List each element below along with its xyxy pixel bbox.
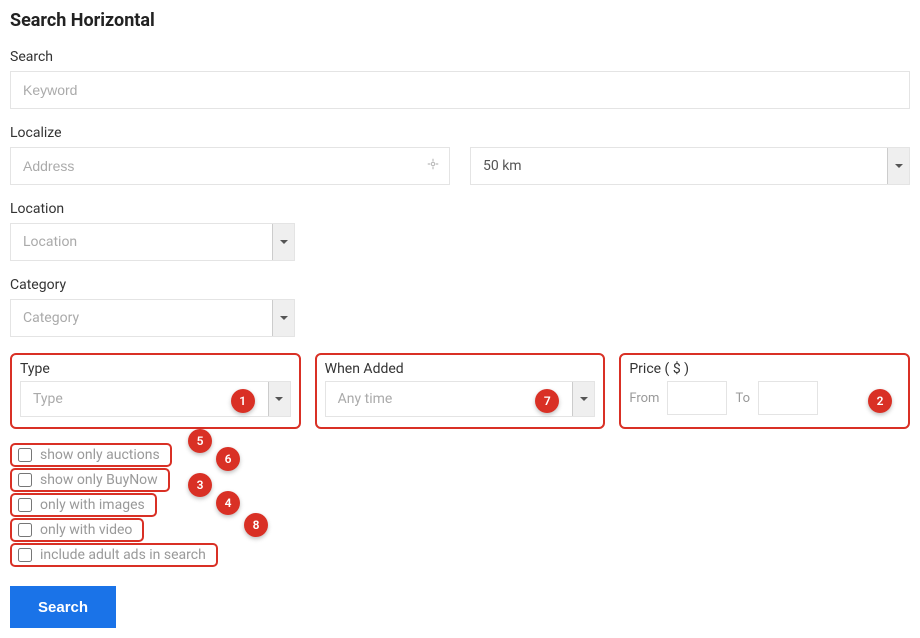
checkbox-images-label: only with images [40, 497, 145, 513]
location-select[interactable]: Location [10, 223, 295, 261]
checkbox-row-video: only with video [10, 518, 144, 542]
checkbox-buynow[interactable] [18, 473, 32, 487]
checkbox-row-images: only with images [10, 493, 157, 517]
localize-label: Localize [10, 125, 910, 141]
category-select[interactable]: Category [10, 299, 295, 337]
annotation-badge-adult: 8 [244, 513, 268, 537]
checkbox-auctions-label: show only auctions [40, 447, 160, 463]
checkbox-adult[interactable] [18, 548, 32, 562]
chevron-down-icon [272, 224, 294, 260]
checkbox-adult-label: include adult ads in search [40, 547, 206, 563]
distance-select[interactable]: 50 km [470, 147, 910, 185]
when-added-label: When Added [325, 361, 596, 377]
price-to-input[interactable] [758, 381, 818, 415]
checkbox-images[interactable] [18, 498, 32, 512]
checkbox-row-buynow: show only BuyNow [10, 468, 170, 492]
search-label: Search [10, 49, 910, 65]
checkbox-row-auctions: show only auctions [10, 443, 172, 467]
chevron-down-icon [268, 382, 290, 416]
annotation-badge-images: 3 [188, 473, 212, 497]
search-button[interactable]: Search [10, 586, 116, 628]
price-to-label: To [735, 391, 750, 406]
annotation-badge-type: 1 [231, 389, 255, 413]
distance-value: 50 km [483, 158, 522, 174]
price-label: Price ( $ ) [629, 361, 900, 377]
type-placeholder: Type [33, 391, 63, 407]
page-title: Search Horizontal [10, 10, 910, 31]
annotation-badge-auctions: 5 [188, 429, 212, 453]
category-placeholder: Category [23, 310, 79, 326]
checkbox-video-label: only with video [40, 522, 132, 538]
location-label: Location [10, 201, 295, 217]
chevron-down-icon [887, 148, 909, 184]
price-from-label: From [629, 391, 659, 406]
annotation-badge-buynow: 6 [216, 447, 240, 471]
category-label: Category [10, 277, 295, 293]
type-label: Type [20, 361, 291, 377]
annotation-badge-video: 4 [216, 491, 240, 515]
checkbox-row-adult: include adult ads in search [10, 543, 218, 567]
checkbox-list: show only auctions show only BuyNow only… [10, 443, 218, 568]
annotation-badge-price: 2 [868, 389, 892, 413]
checkbox-video[interactable] [18, 523, 32, 537]
location-placeholder: Location [23, 234, 77, 250]
price-from-input[interactable] [667, 381, 727, 415]
when-added-annotation-box: When Added Any time 7 [315, 353, 606, 429]
search-field-group: Search [10, 49, 910, 109]
chevron-down-icon [272, 300, 294, 336]
price-annotation-box: Price ( $ ) From To 2 [619, 353, 910, 429]
chevron-down-icon [572, 382, 594, 416]
search-input[interactable] [10, 71, 910, 109]
localize-field-group: Localize 50 km [10, 125, 910, 185]
address-input[interactable] [10, 147, 450, 185]
category-field-group: Category Category [10, 277, 295, 337]
when-added-placeholder: Any time [338, 391, 393, 407]
checkbox-auctions[interactable] [18, 448, 32, 462]
type-annotation-box: Type Type 1 [10, 353, 301, 429]
location-field-group: Location Location [10, 201, 295, 261]
checkbox-buynow-label: show only BuyNow [40, 472, 158, 488]
